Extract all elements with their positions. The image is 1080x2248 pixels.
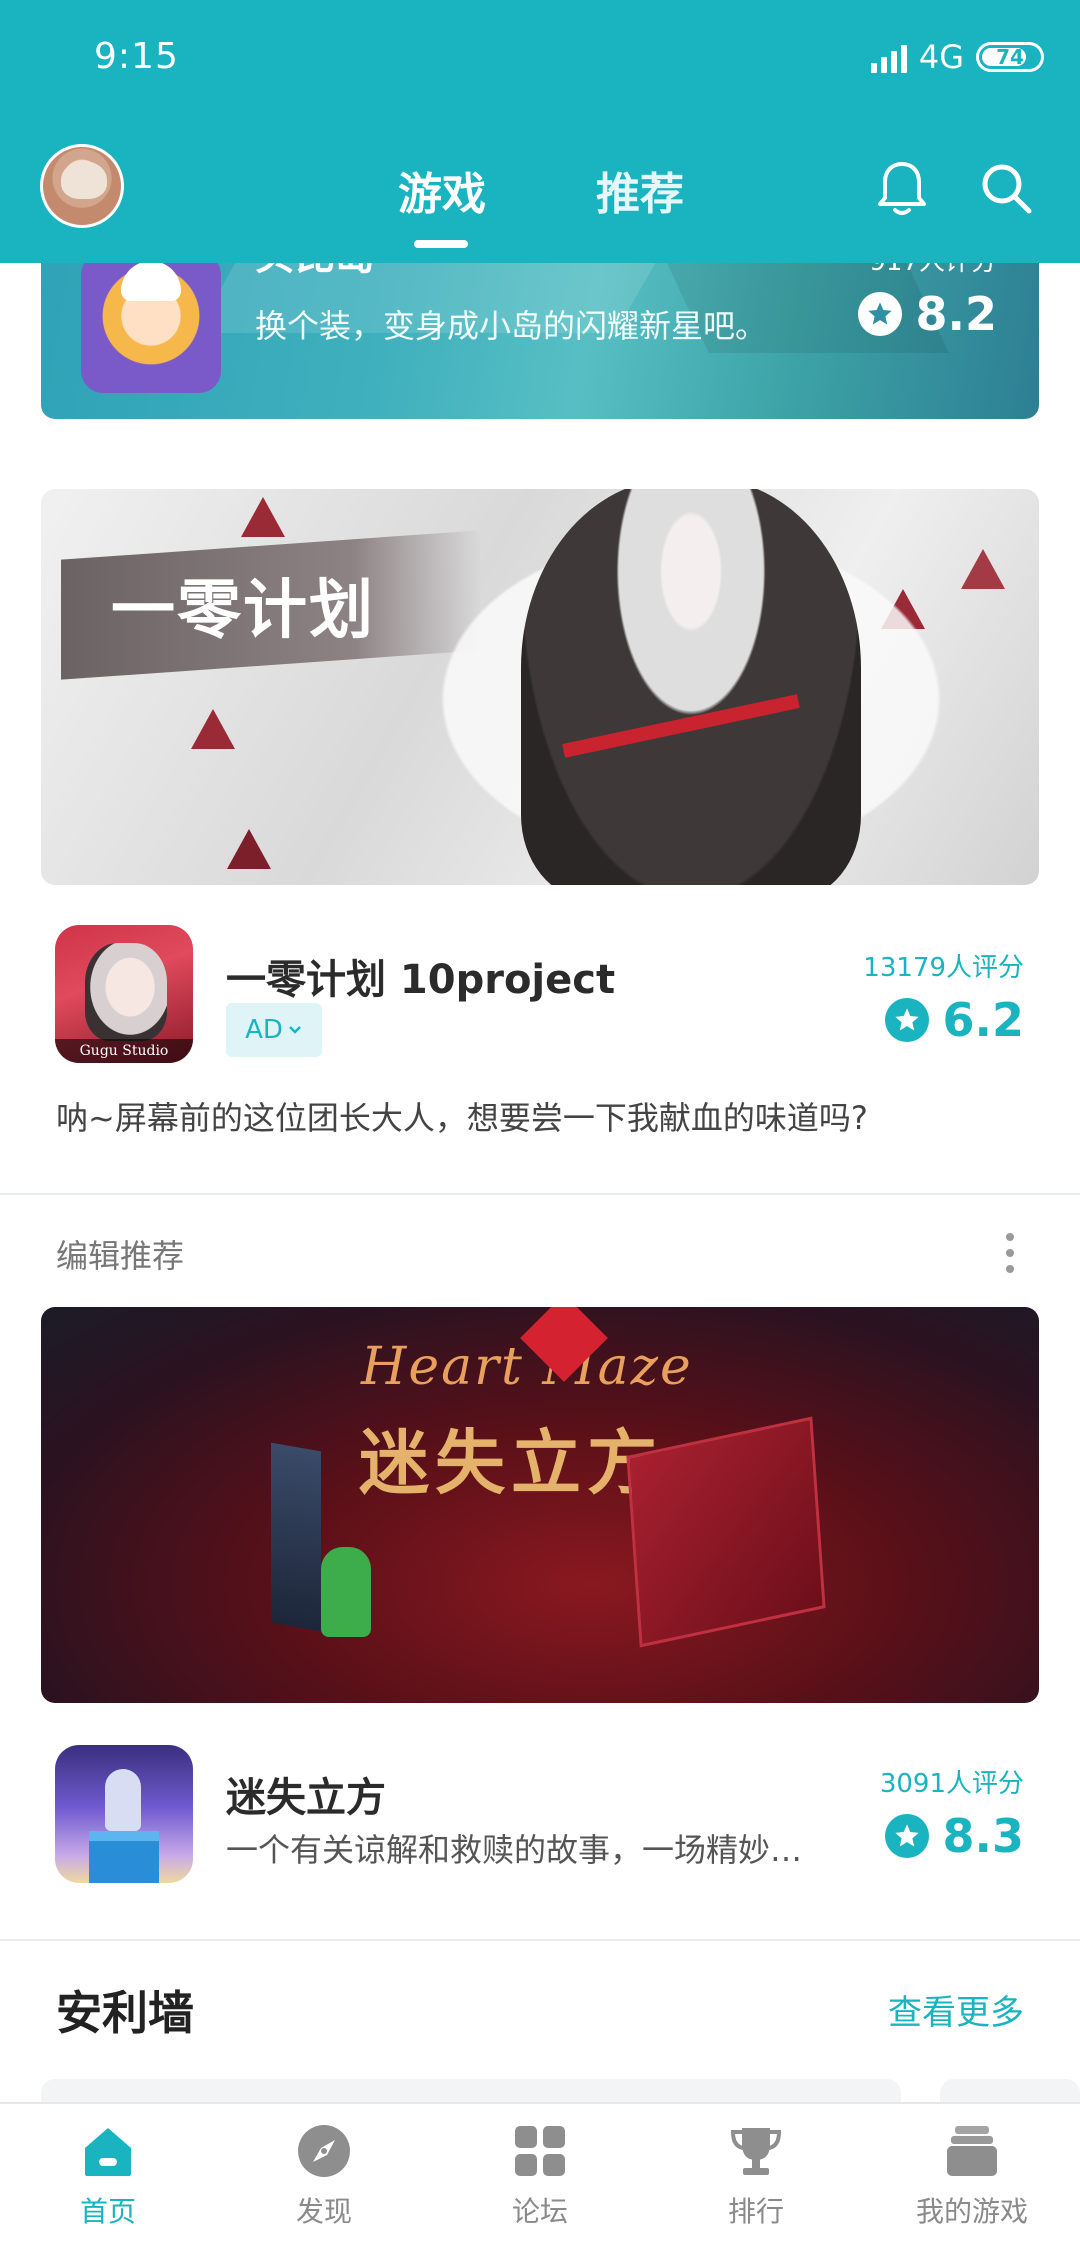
home-icon xyxy=(85,2128,131,2176)
divider xyxy=(0,1193,1080,1195)
banner-character xyxy=(521,489,861,885)
divider xyxy=(0,1939,1080,1941)
stack-icon xyxy=(947,2126,997,2176)
star-icon xyxy=(857,292,902,336)
nav-label: 论坛 xyxy=(511,2195,568,2228)
top-nav: 游戏 推荐 xyxy=(0,140,1080,250)
amway-card[interactable] xyxy=(940,2079,1080,2103)
featured-game-title: 贝比岛 xyxy=(255,263,375,281)
featured-game-desc: 换个装，变身成小岛的闪耀新星吧。 xyxy=(255,307,768,345)
game-desc: 一个有关谅解和救赎的故事，一场精妙… xyxy=(226,1831,803,1869)
chevron-down-icon xyxy=(289,1026,301,1034)
search-icon[interactable] xyxy=(978,160,1034,216)
status-bar: 9:15 4G 74 xyxy=(0,0,1080,120)
compass-icon xyxy=(298,2125,350,2177)
tab-games[interactable]: 游戏 xyxy=(398,158,486,222)
active-tab-indicator xyxy=(414,240,468,248)
battery-level: 74 xyxy=(996,45,1024,69)
rating-value: 8.2 xyxy=(915,287,998,341)
game-icon-10project: Gugu Studio xyxy=(55,925,193,1063)
rating: 8.3 xyxy=(884,1809,1025,1863)
rating-count: 917人评分 xyxy=(869,263,997,278)
more-options-icon[interactable] xyxy=(1006,1233,1014,1273)
rating-value: 6.2 xyxy=(942,993,1025,1047)
featured-game-card[interactable]: 贝比岛 换个装，变身成小岛的闪耀新星吧。 917人评分 8.2 xyxy=(41,263,1039,419)
nav-forum[interactable]: 论坛 xyxy=(460,2122,620,2230)
rating-count: 13179人评分 xyxy=(863,953,1024,983)
rating-value: 8.3 xyxy=(942,1809,1025,1863)
trophy-icon xyxy=(730,2128,782,2175)
featured-game-icon xyxy=(81,263,221,393)
banner-character xyxy=(321,1547,371,1637)
banner-title-cn: 迷失立方 xyxy=(359,1421,663,1504)
bell-icon[interactable] xyxy=(876,160,928,218)
game-banner-heart-maze[interactable]: Heart Maze 迷失立方 xyxy=(41,1307,1039,1703)
rating: 6.2 xyxy=(884,993,1025,1047)
tab-recommend[interactable]: 推荐 xyxy=(596,158,684,222)
network-type: 4G xyxy=(918,38,964,76)
rating: 8.2 xyxy=(857,287,998,341)
game-banner-10project[interactable]: 一零计划 xyxy=(41,489,1039,885)
nav-my-games[interactable]: 我的游戏 xyxy=(892,2122,1052,2230)
ad-label: AD xyxy=(245,1015,283,1045)
status-indicators: 4G 74 xyxy=(870,38,1044,76)
game-row-10project[interactable]: Gugu Studio 一零计划 10project AD 13179人评分 6… xyxy=(0,925,1080,1075)
star-icon xyxy=(884,998,929,1042)
banner-title-en: Heart Maze xyxy=(361,1337,693,1397)
section-title-amway: 安利墙 xyxy=(56,1986,194,2040)
game-name: 一零计划 10project xyxy=(226,957,616,1003)
nav-discover[interactable]: 发现 xyxy=(244,2122,404,2230)
game-icon-heart-maze xyxy=(55,1745,193,1883)
game-desc: 呐~屏幕前的这位团长大人，想要尝一下我献血的味道吗? xyxy=(56,1099,868,1137)
battery-icon: 74 xyxy=(976,42,1044,72)
ad-badge[interactable]: AD xyxy=(226,1003,322,1057)
app-header: 9:15 4G 74 游戏 推荐 xyxy=(0,0,1080,263)
section-label-editor-pick: 编辑推荐 xyxy=(56,1237,185,1275)
signal-icon xyxy=(870,41,907,73)
see-more-link[interactable]: 查看更多 xyxy=(888,1985,1024,2034)
nav-home[interactable]: 首页 xyxy=(28,2122,188,2230)
banner-logo-text: 一零计划 xyxy=(111,573,375,648)
nav-label: 发现 xyxy=(295,2195,352,2228)
nav-ranking[interactable]: 排行 xyxy=(676,2122,836,2230)
nav-label: 我的游戏 xyxy=(915,2195,1028,2228)
status-time: 9:15 xyxy=(94,36,179,77)
grid-icon xyxy=(515,2126,565,2176)
game-name: 迷失立方 xyxy=(226,1775,386,1821)
game-row-heart-maze[interactable]: 迷失立方 一个有关谅解和救赎的故事，一场精妙… 3091人评分 8.3 xyxy=(0,1745,1080,1895)
rating-count: 3091人评分 xyxy=(879,1769,1024,1799)
star-icon xyxy=(884,1814,929,1858)
amway-card[interactable] xyxy=(41,2079,901,2103)
bottom-nav: 首页 发现 论坛 排行 我的游戏 xyxy=(0,2102,1080,2248)
nav-label: 首页 xyxy=(79,2195,136,2228)
icon-caption: Gugu Studio xyxy=(55,1039,193,1063)
feed[interactable]: 贝比岛 换个装，变身成小岛的闪耀新星吧。 917人评分 8.2 一零计划 Gug… xyxy=(0,263,1080,2103)
avatar[interactable] xyxy=(40,144,124,228)
nav-label: 排行 xyxy=(727,2195,784,2228)
